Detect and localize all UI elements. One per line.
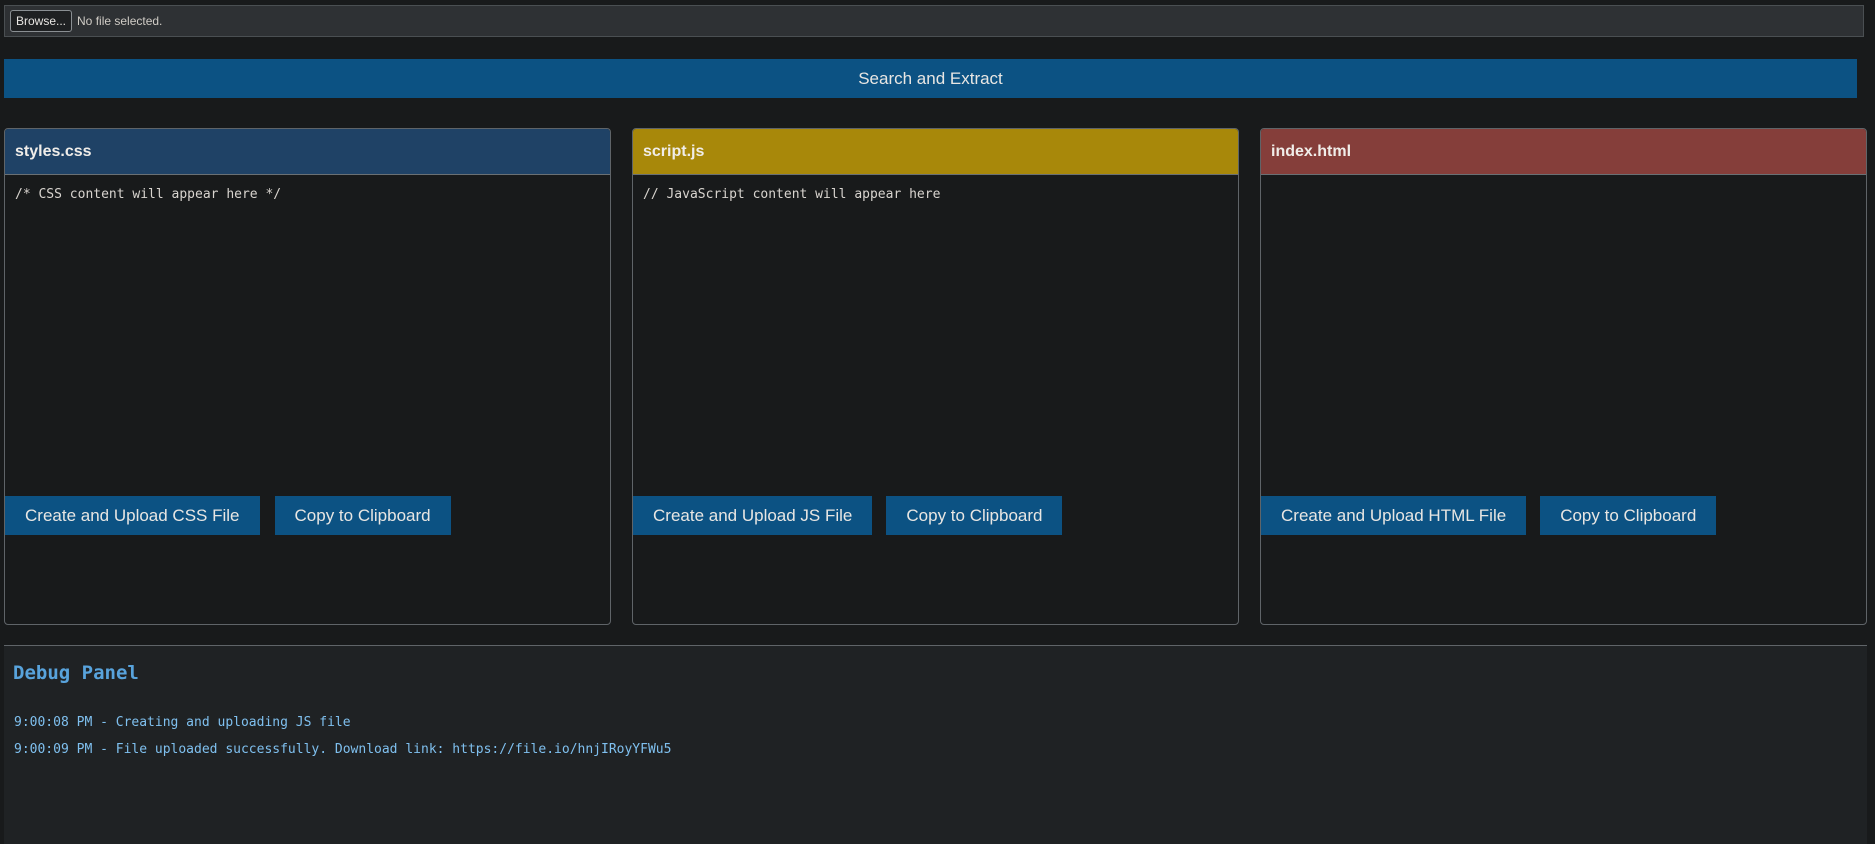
css-panel-title: styles.css: [15, 142, 92, 160]
search-and-extract-button[interactable]: Search and Extract: [4, 59, 1857, 98]
js-panel-header: script.js: [633, 129, 1238, 175]
debug-log: 9:00:08 PM - Creating and uploading JS f…: [14, 709, 671, 763]
debug-panel-title: Debug Panel: [13, 662, 139, 684]
create-upload-html-button[interactable]: Create and Upload HTML File: [1261, 496, 1527, 535]
create-upload-css-button[interactable]: Create and Upload CSS File: [5, 496, 260, 535]
file-input-bar: Browse... No file selected.: [4, 5, 1864, 37]
html-panel-header: index.html: [1261, 129, 1866, 175]
html-panel-actions: Create and Upload HTML File Copy to Clip…: [1261, 496, 1717, 535]
js-panel-title: script.js: [643, 142, 705, 160]
file-status-text: No file selected.: [77, 14, 163, 28]
debug-log-line: 9:00:09 PM - File uploaded successfully.…: [14, 742, 672, 757]
create-upload-js-button[interactable]: Create and Upload JS File: [633, 496, 873, 535]
js-content-area[interactable]: // JavaScript content will appear here: [633, 175, 1238, 439]
browse-button[interactable]: Browse...: [10, 10, 73, 32]
copy-css-button[interactable]: Copy to Clipboard: [274, 496, 451, 535]
debug-log-line: 9:00:08 PM - Creating and uploading JS f…: [14, 715, 351, 730]
html-panel: index.html Create and Upload HTML File C…: [1260, 128, 1867, 625]
css-panel-header: styles.css: [5, 129, 610, 175]
debug-panel: Debug Panel 9:00:08 PM - Creating and up…: [4, 646, 1867, 844]
copy-js-button[interactable]: Copy to Clipboard: [886, 496, 1063, 535]
css-panel-actions: Create and Upload CSS File Copy to Clipb…: [5, 496, 451, 535]
js-panel: script.js // JavaScript content will app…: [632, 128, 1239, 625]
html-content-area[interactable]: [1261, 175, 1866, 439]
css-content-area[interactable]: /* CSS content will appear here */: [5, 175, 610, 439]
html-panel-title: index.html: [1271, 142, 1352, 160]
copy-html-button[interactable]: Copy to Clipboard: [1540, 496, 1717, 535]
js-panel-actions: Create and Upload JS File Copy to Clipbo…: [633, 496, 1063, 535]
css-panel: styles.css /* CSS content will appear he…: [4, 128, 611, 625]
